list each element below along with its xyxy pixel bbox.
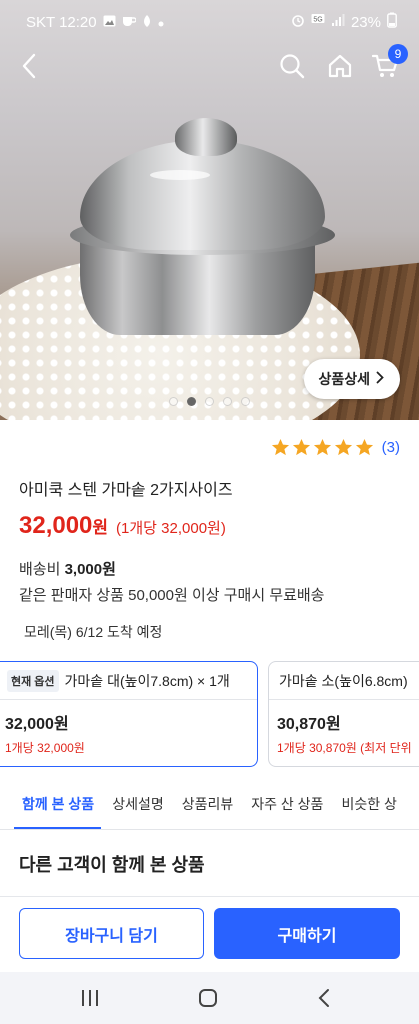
star-rating <box>271 438 374 457</box>
section-title: 다른 고객이 함께 본 상품 <box>19 855 205 875</box>
section-tabs: 함께 본 상품 상세설명 상품리뷰 자주 산 상품 비슷한 상 <box>0 778 419 830</box>
pot-lid-image-part <box>80 140 325 250</box>
sale-price: 32,000원 <box>19 512 109 539</box>
tab-reviews[interactable]: 상품리뷰 <box>173 778 243 829</box>
option-name: 가마솥 소(높이6.8cm) <box>279 672 408 689</box>
cup-icon <box>122 15 137 30</box>
option-unit-price: 1개당 30,870원 (최저 단위 <box>277 741 412 755</box>
status-bar: SKT 12:20 5G 23% <box>0 0 419 44</box>
battery-percent: 23% <box>350 13 381 31</box>
chevron-right-icon <box>376 371 384 387</box>
leaf-icon <box>142 14 152 31</box>
current-option-tag: 현재 옵션 <box>7 669 59 692</box>
tab-similar[interactable]: 비슷한 상 <box>332 778 405 829</box>
carousel-dot[interactable] <box>169 397 178 406</box>
rating-summary[interactable]: (3) <box>271 438 400 457</box>
bottom-action-bar: 장바구니 담기 구매하기 <box>0 896 419 972</box>
carousel-dot[interactable] <box>205 397 214 406</box>
product-title: 아미쿡 스텐 가마솥 2가지사이즈 <box>19 482 233 499</box>
system-nav-bar <box>0 972 419 1024</box>
5g-icon: 5G <box>311 13 325 31</box>
star-icon <box>292 438 310 456</box>
option-unit-price: 1개당 32,000원 <box>5 741 85 755</box>
add-to-cart-button[interactable]: 장바구니 담기 <box>19 908 204 959</box>
carousel-dot[interactable] <box>187 397 196 406</box>
home-circle-icon[interactable] <box>186 980 230 1016</box>
star-icon <box>271 438 289 456</box>
search-icon[interactable] <box>274 48 310 84</box>
svg-text:5G: 5G <box>313 17 322 24</box>
back-chevron-icon[interactable] <box>302 980 346 1016</box>
carousel-dot[interactable] <box>223 397 232 406</box>
battery-icon <box>387 12 397 32</box>
signal-icon <box>331 13 345 31</box>
carousel-dot[interactable] <box>241 397 250 406</box>
option-price: 32,000원 <box>5 716 69 733</box>
star-icon <box>313 438 331 456</box>
buy-now-button[interactable]: 구매하기 <box>214 908 400 959</box>
star-icon <box>355 438 373 456</box>
option-name: 가마솥 대(높이7.8cm) × 1개 <box>64 672 230 689</box>
gallery-icon <box>103 15 116 30</box>
dot-icon <box>158 14 164 31</box>
recent-apps-icon[interactable] <box>68 980 112 1016</box>
carrier-time: SKT 12:20 <box>26 13 97 31</box>
tab-viewed-together[interactable]: 함께 본 상품 <box>0 778 103 829</box>
tab-frequently-bought[interactable]: 자주 산 상품 <box>242 778 332 829</box>
free-shipping-note: 같은 판매자 상품 50,000원 이상 구매시 무료배송 <box>19 587 325 604</box>
lid-highlight-image-part <box>150 170 210 180</box>
delivery-eta: 모레(목) 6/12 도착 예정 <box>24 624 163 640</box>
star-icon <box>334 438 352 456</box>
back-arrow-icon[interactable] <box>12 48 46 84</box>
product-detail-button[interactable]: 상품상세 <box>304 359 400 399</box>
top-app-bar: 9 <box>0 44 419 88</box>
option-price: 30,870원 <box>277 716 341 733</box>
shipping-fee: 배송비 3,000원 <box>19 561 116 578</box>
option-card-selected[interactable]: 현재 옵션 가마솥 대(높이7.8cm) × 1개 32,000원 1개당 32… <box>0 661 258 767</box>
review-count: (3) <box>381 439 400 456</box>
price-row: 32,000원 (1개당 32,000원) <box>19 512 226 540</box>
home-icon[interactable] <box>322 48 358 84</box>
alarm-icon <box>291 13 305 31</box>
cart-icon[interactable]: 9 <box>368 44 408 84</box>
tab-details[interactable]: 상세설명 <box>103 778 173 829</box>
carousel-indicator <box>0 397 419 406</box>
option-card[interactable]: 가마솥 소(높이6.8cm) 30,870원 1개당 30,870원 (최저 단… <box>268 661 419 767</box>
product-detail-label: 상품상세 <box>318 371 370 387</box>
cart-count-badge: 9 <box>388 44 408 64</box>
lid-knob-image-part <box>175 118 237 156</box>
unit-price: (1개당 32,000원) <box>116 520 226 537</box>
